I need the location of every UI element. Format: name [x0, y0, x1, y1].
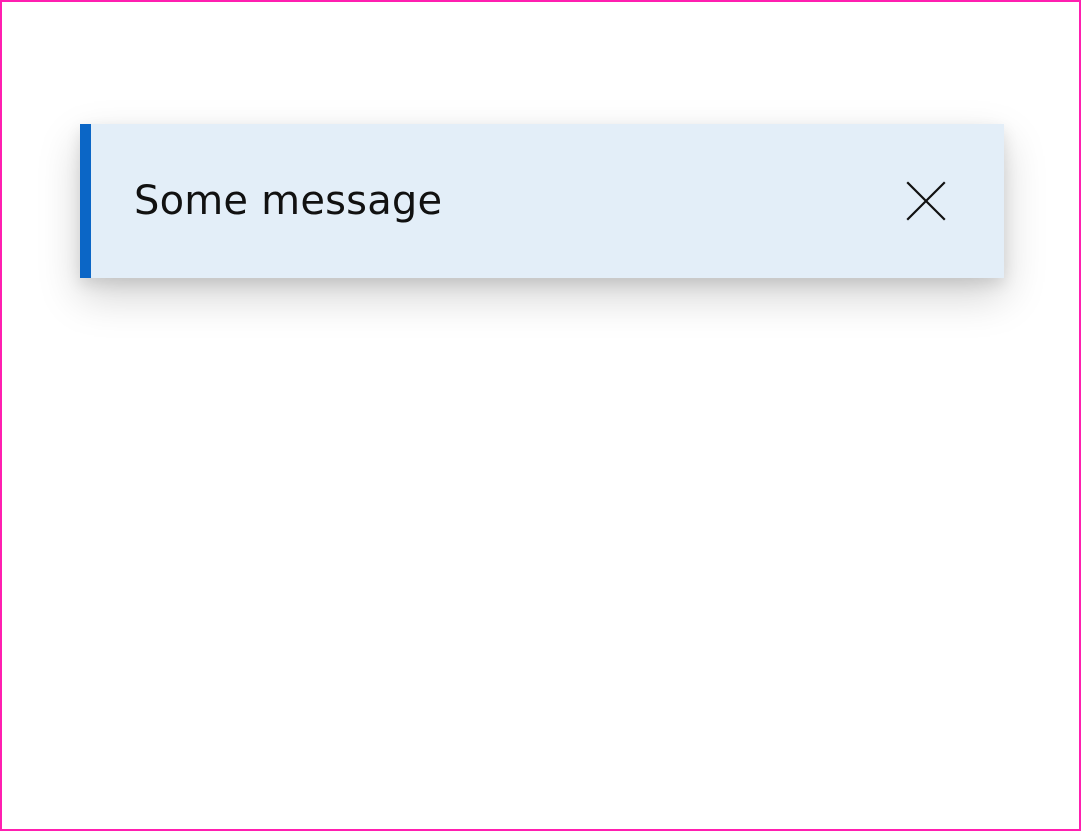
toast-message: Some message	[134, 178, 443, 224]
close-icon	[906, 181, 946, 221]
close-button[interactable]	[904, 179, 948, 223]
notification-toast: Some message	[80, 124, 1004, 278]
page-frame: Some message	[0, 0, 1081, 831]
